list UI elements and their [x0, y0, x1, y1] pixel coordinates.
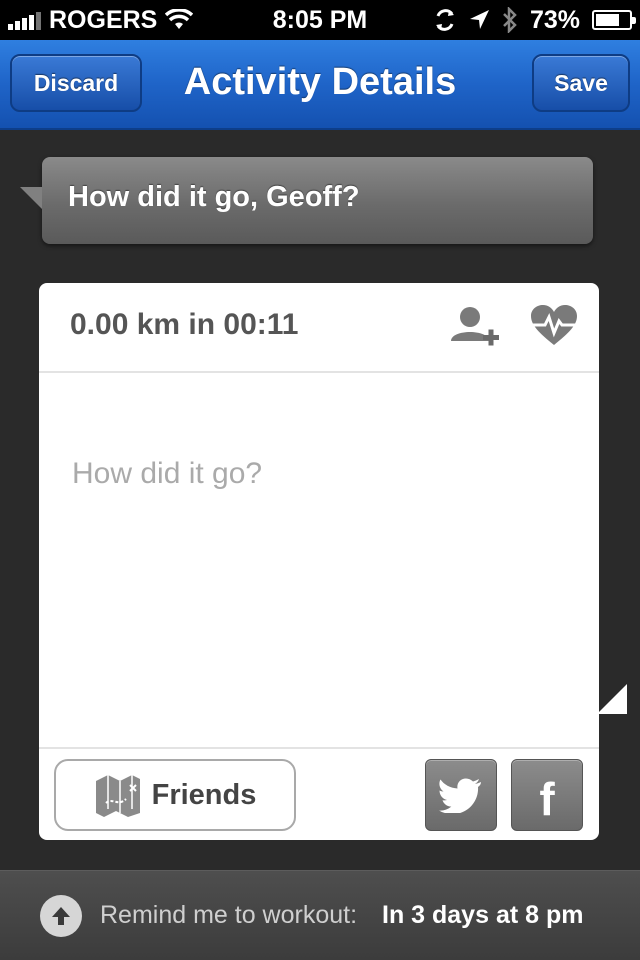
card-footer: Friends f	[39, 747, 599, 840]
save-button[interactable]: Save	[532, 54, 630, 112]
add-person-icon	[451, 307, 499, 346]
facebook-share-button[interactable]: f	[511, 759, 583, 831]
coach-message-bubble: How did it go, Geoff?	[20, 157, 593, 244]
status-bar: ROGERS 8:05 PM 73%	[0, 0, 640, 40]
friends-label: Friends	[151, 778, 257, 811]
reminder-label: Remind me to workout:	[100, 901, 358, 929]
coach-message: How did it go, Geoff?	[68, 181, 360, 213]
map-icon	[95, 775, 140, 817]
card-header: 0.00 km in 00:11	[39, 283, 599, 373]
battery-percent: 73%	[529, 5, 580, 34]
heart-rate-icon	[531, 305, 577, 345]
heart-rate-button[interactable]	[529, 303, 585, 353]
battery-icon	[592, 10, 636, 30]
reminder-up-arrow-icon	[40, 895, 82, 937]
add-friend-button[interactable]	[447, 303, 503, 353]
workout-reminder-bar[interactable]: Remind me to workout: In 3 days at 8 pm	[0, 870, 640, 960]
twitter-icon	[439, 778, 481, 813]
activity-note-input[interactable]	[39, 375, 599, 747]
activity-summary: 0.00 km in 00:11	[70, 308, 299, 341]
sync-icon	[435, 9, 454, 31]
activity-card: 0.00 km in 00:11 Friends	[39, 283, 599, 840]
status-right: 73%	[434, 0, 636, 40]
battery-fill	[596, 14, 619, 26]
card-speech-tail	[597, 684, 627, 714]
location-arrow-icon	[469, 10, 489, 29]
navigation-bar: Discard Activity Details Save	[0, 40, 640, 130]
friends-share-button[interactable]: Friends	[54, 759, 296, 831]
bluetooth-icon	[503, 7, 517, 33]
twitter-share-button[interactable]	[425, 759, 497, 831]
reminder-value[interactable]: In 3 days at 8 pm	[382, 871, 583, 959]
facebook-icon: f	[539, 773, 555, 825]
page-title: Activity Details	[183, 61, 457, 103]
discard-button[interactable]: Discard	[10, 54, 142, 112]
